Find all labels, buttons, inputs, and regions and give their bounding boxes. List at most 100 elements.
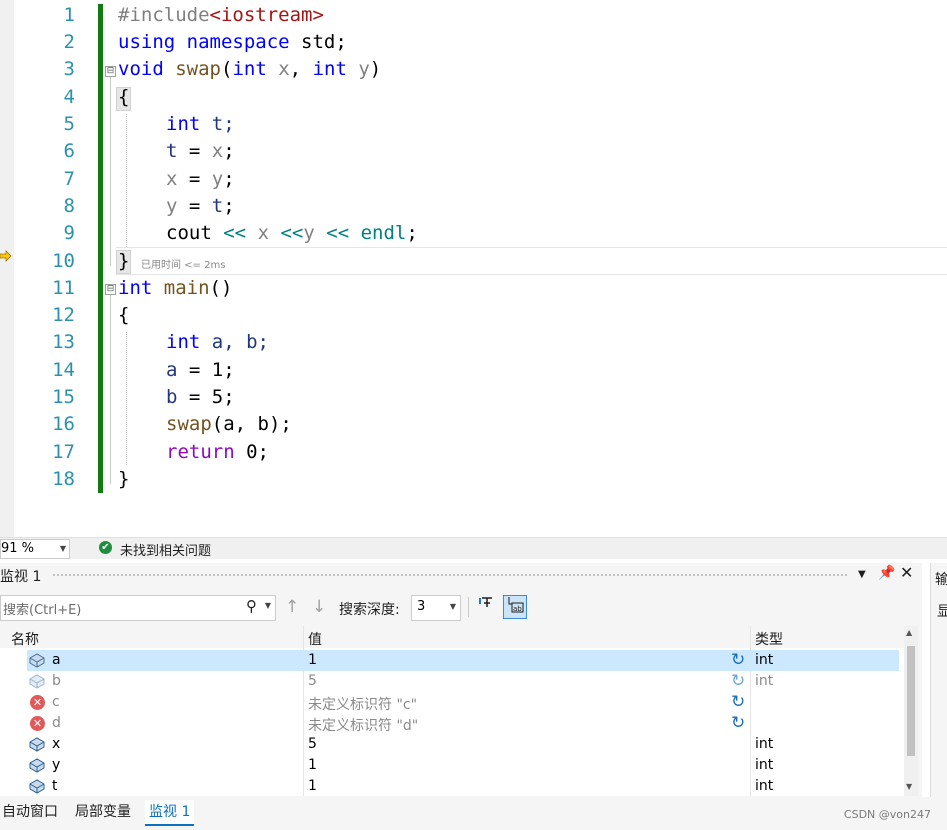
drag-grip[interactable] <box>52 573 849 577</box>
row-name: d <box>52 715 61 731</box>
collapse-icon[interactable]: ⊟ <box>105 284 116 295</box>
code-line[interactable]: } <box>118 250 129 272</box>
debug-tool-tabs: 自动窗口 局部变量 监视 1 CSDN @von247 <box>0 797 947 830</box>
indicator-margin[interactable] <box>0 0 14 537</box>
watch-search[interactable]: 搜索(Ctrl+E) ⚲ ▼ <box>0 595 276 621</box>
table-row[interactable]: a 1 ↻ int <box>27 650 899 671</box>
refresh-icon[interactable]: ↻ <box>731 650 745 670</box>
refresh-icon[interactable]: ↻ <box>731 692 745 712</box>
row-type: int <box>755 736 774 752</box>
pin-icon[interactable]: 📌 <box>878 565 895 581</box>
refresh-icon[interactable]: ↻ <box>731 713 745 733</box>
watch-title: 监视 1 <box>0 569 42 585</box>
code-line[interactable]: void swap(int x, int y) <box>118 58 381 80</box>
editor-status-bar: 91 % ▼ ✔ 未找到相关问题 <box>0 537 947 559</box>
hex-display-icon[interactable]: ab <box>503 595 527 619</box>
code-line[interactable]: y = t; <box>166 195 235 217</box>
issues-status[interactable]: 未找到相关问题 <box>120 540 211 559</box>
vertical-scrollbar[interactable]: ▲ ▼ <box>904 626 918 796</box>
chevron-down-icon[interactable]: ▼ <box>265 601 271 610</box>
search-down-icon[interactable]: ↓ <box>312 597 326 617</box>
code-line[interactable]: swap(a, b); <box>166 413 292 435</box>
indent-guide <box>126 114 127 247</box>
code-line[interactable]: { <box>118 304 129 326</box>
execution-pointer-icon <box>0 250 12 262</box>
row-value[interactable]: 1 <box>308 757 317 773</box>
output-panel-label[interactable]: 输 <box>935 569 947 589</box>
code-line[interactable]: int main() <box>118 277 232 299</box>
code-line[interactable]: #include<iostream> <box>118 4 324 26</box>
column-header-name[interactable]: 名称 <box>11 629 39 649</box>
line-number: 18 <box>52 468 75 490</box>
table-row[interactable]: t 1 int <box>0 776 904 796</box>
code-line[interactable]: return 0; <box>166 441 269 463</box>
line-number: 4 <box>63 86 75 108</box>
row-value[interactable]: 1 <box>308 778 317 794</box>
search-icon[interactable]: ⚲ <box>246 597 257 615</box>
scroll-down-icon[interactable]: ▼ <box>906 782 912 791</box>
fold-guide <box>110 295 111 484</box>
column-header-value[interactable]: 值 <box>308 629 322 649</box>
column-header-type[interactable]: 类型 <box>755 629 783 649</box>
output-panel-edge[interactable]: 输 显 调 <box>930 563 947 830</box>
scroll-thumb[interactable] <box>907 646 915 756</box>
table-row[interactable]: y 1 int <box>0 755 904 776</box>
code-line[interactable]: using namespace std; <box>118 31 347 53</box>
collapse-icon[interactable]: ⊟ <box>105 66 116 77</box>
perf-tip[interactable]: 已用时间 <= 2ms <box>141 256 225 271</box>
chevron-down-icon: ▼ <box>449 602 456 611</box>
code-line[interactable]: t = x; <box>166 140 235 162</box>
row-value[interactable]: 5 <box>308 673 317 689</box>
table-row[interactable]: ✕ c 未定义标识符 "c" ↻ <box>0 692 904 713</box>
line-number: 11 <box>52 277 75 299</box>
row-value[interactable]: 未定义标识符 "c" <box>308 694 417 714</box>
toolbar-separator <box>468 597 469 617</box>
tab-locals[interactable]: 局部变量 <box>75 800 131 824</box>
search-depth-select[interactable]: 3 ▼ <box>411 595 461 621</box>
scroll-up-icon[interactable]: ▲ <box>906 628 912 637</box>
close-icon[interactable]: ✕ <box>900 563 913 582</box>
code-line[interactable]: cout << x <<y << endl; <box>166 222 418 244</box>
line-number: 15 <box>52 386 75 408</box>
row-name: b <box>52 673 61 689</box>
line-number: 17 <box>52 441 75 463</box>
code-line[interactable]: int a, b; <box>166 331 269 353</box>
pin-to-source-icon[interactable] <box>476 595 498 617</box>
tab-watch-1[interactable]: 监视 1 <box>145 800 195 826</box>
code-line[interactable]: } <box>118 468 129 490</box>
table-row[interactable]: ✕ d 未定义标识符 "d" ↻ <box>0 713 904 734</box>
code-editor[interactable]: 1 2 3 4 5 6 7 8 9 10 11 12 13 14 15 16 1… <box>0 0 947 537</box>
search-depth-label: 搜索深度: <box>339 602 400 618</box>
table-row[interactable]: x 5 int <box>0 734 904 755</box>
row-value[interactable]: 未定义标识符 "d" <box>308 715 418 735</box>
search-input[interactable]: 搜索(Ctrl+E) <box>3 599 81 618</box>
code-line[interactable]: x = y; <box>166 168 235 190</box>
watch-window: 监视 1 ▼ 📌 ✕ 搜索(Ctrl+E) ⚲ ▼ ↑ ↓ 搜索深度: 3 ▼ … <box>0 563 922 830</box>
table-row[interactable]: b 5 ↻ int <box>0 671 904 692</box>
variable-icon <box>29 758 45 773</box>
tab-autos[interactable]: 自动窗口 <box>2 800 58 824</box>
line-number: 3 <box>63 58 75 80</box>
current-line-highlight <box>116 247 947 275</box>
search-depth-value: 3 <box>417 599 426 614</box>
row-value[interactable]: 1 <box>308 652 317 668</box>
zoom-dropdown[interactable]: 91 % ▼ <box>0 539 70 559</box>
code-line[interactable]: int t; <box>166 113 235 135</box>
line-number: 13 <box>52 331 75 353</box>
code-line[interactable]: b = 5; <box>166 386 235 408</box>
output-panel-label[interactable]: 显 <box>937 601 947 621</box>
variable-icon <box>29 653 45 668</box>
chevron-down-icon: ▼ <box>59 544 66 553</box>
watch-title-bar[interactable]: 监视 1 ▼ 📌 ✕ <box>0 563 922 586</box>
code-line[interactable]: { <box>118 86 129 108</box>
row-name: c <box>52 694 60 710</box>
code-line[interactable]: a = 1; <box>166 359 235 381</box>
line-number: 16 <box>52 413 75 435</box>
line-number: 7 <box>63 168 75 190</box>
search-up-icon[interactable]: ↑ <box>285 597 299 617</box>
row-value[interactable]: 5 <box>308 736 317 752</box>
row-name: y <box>52 757 61 773</box>
refresh-icon[interactable]: ↻ <box>731 671 745 691</box>
row-name: x <box>52 736 61 752</box>
window-menu-icon[interactable]: ▼ <box>858 569 866 580</box>
